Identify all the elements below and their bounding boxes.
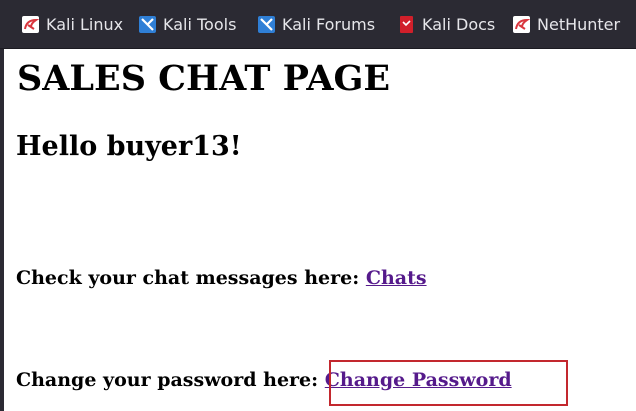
kali-dragon-icon <box>22 15 39 33</box>
bookmark-label: Kali Docs <box>422 14 496 34</box>
bookmark-label: Kali Tools <box>163 14 237 34</box>
bookmark-label: NetHunter <box>537 14 621 34</box>
bookmark-label: Kali Linux <box>46 14 124 34</box>
password-row: Change your password here: Change Passwo… <box>16 369 512 391</box>
chats-link[interactable]: Chats <box>366 267 427 289</box>
bookmark-kali-tools[interactable]: Kali Tools <box>139 12 236 36</box>
bookmarks-toolbar: Kali Linux Kali Tools Kali Forums Kali D… <box>0 0 636 49</box>
page-title: SALES CHAT PAGE <box>17 58 391 99</box>
password-prompt: Change your password here: <box>16 369 325 391</box>
chats-row: Check your chat messages here: Chats <box>16 267 427 289</box>
chats-prompt: Check your chat messages here: <box>16 267 366 289</box>
bookmark-kali-docs[interactable]: Kali Docs <box>398 12 495 36</box>
nethunter-icon <box>513 15 530 33</box>
bookmark-nethunter[interactable]: NetHunter <box>513 12 620 36</box>
kali-docs-icon <box>400 15 413 33</box>
page-content: SALES CHAT PAGE Hello buyer13! Check you… <box>4 49 636 411</box>
kali-forums-icon <box>258 15 275 33</box>
bookmark-label: Kali Forums <box>282 14 376 34</box>
bookmark-kali-linux[interactable]: Kali Linux <box>22 12 123 36</box>
kali-tools-icon <box>139 15 156 33</box>
greeting-heading: Hello buyer13! <box>16 131 242 162</box>
bookmark-kali-forums[interactable]: Kali Forums <box>258 12 375 36</box>
change-password-link[interactable]: Change Password <box>325 369 512 391</box>
